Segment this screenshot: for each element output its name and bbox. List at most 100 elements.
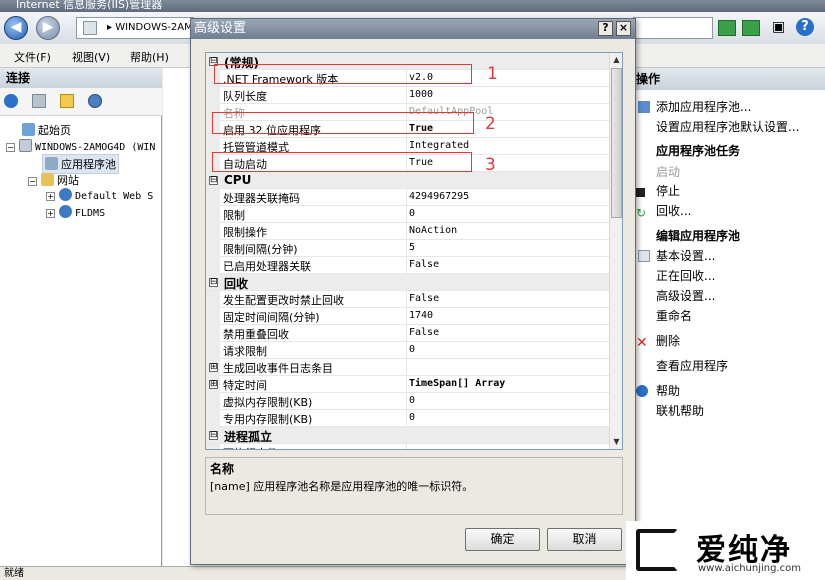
back-button[interactable]: ◀ (4, 16, 28, 40)
collapse-icon[interactable]: ⊟ (209, 176, 218, 185)
property-row[interactable]: 专用内存限制(KB) 0 (206, 410, 609, 427)
computer-icon (83, 21, 97, 35)
property-name: 禁用重叠回收 (223, 328, 289, 341)
property-value[interactable]: False (409, 327, 439, 338)
property-row[interactable]: 限制操作 NoAction (206, 223, 609, 240)
category-row[interactable]: ⊟ CPU (206, 172, 609, 189)
category-row[interactable]: ⊟ 进程孤立 (206, 427, 609, 444)
property-value[interactable]: False (409, 259, 439, 270)
scroll-thumb[interactable] (611, 68, 622, 218)
category-row[interactable]: ⊟ 回收 (206, 274, 609, 291)
property-value[interactable]: 5 (409, 242, 415, 253)
tree-app-pools[interactable]: 应用程序池 (42, 154, 119, 174)
scroll-up-icon[interactable]: ▲ (610, 53, 622, 67)
expand-icon[interactable]: ⊞ (209, 380, 218, 389)
collapse-icon[interactable]: − (6, 143, 15, 152)
address-path: ▸ WINDOWS-2AMO (107, 22, 194, 33)
property-row[interactable]: 禁用重叠回收 False (206, 325, 609, 342)
action-online-help[interactable]: 联机帮助 (656, 402, 704, 419)
tree-start-page[interactable]: 起始页 (22, 122, 71, 138)
property-row[interactable]: 可执行文件 (206, 444, 609, 449)
save-icon[interactable] (32, 94, 46, 108)
property-grid-scrollbar[interactable]: ▲ ▼ (609, 53, 622, 449)
address-bar-right[interactable] (633, 17, 713, 39)
row-gutter (206, 87, 220, 104)
folder-icon[interactable] (60, 94, 74, 108)
forward-button[interactable]: ▶ (36, 16, 60, 40)
globe-icon (59, 188, 72, 201)
property-row[interactable]: 队列长度 1000 (206, 87, 609, 104)
globe-icon[interactable] (88, 94, 102, 108)
action-help[interactable]: 帮助 (636, 382, 680, 399)
property-value[interactable]: NoAction (409, 225, 457, 236)
property-row[interactable]: ⊞ 特定时间 TimeSpan[] Array (206, 376, 609, 393)
property-value[interactable]: 4294967295 (409, 191, 469, 202)
property-value[interactable]: Integrated (409, 140, 469, 151)
watermark-logo (636, 529, 678, 571)
description-title: 名称 (210, 462, 235, 476)
row-gutter (206, 291, 220, 308)
expand-icon[interactable]: + (46, 209, 55, 218)
menu-view[interactable]: 视图(V) (72, 49, 110, 65)
toolbar-icon[interactable]: ▣ (772, 19, 788, 37)
property-row[interactable]: 请求限制 0 (206, 342, 609, 359)
property-row[interactable]: 虚拟内存限制(KB) 0 (206, 393, 609, 410)
tree-default-web-site[interactable]: + Default Web S (46, 188, 153, 202)
property-row[interactable]: 固定时间间隔(分钟) 1740 (206, 308, 609, 325)
property-value[interactable]: 0 (409, 344, 415, 355)
dialog-help-button[interactable]: ? (598, 21, 613, 36)
action-delete[interactable]: ✕ 删除 (636, 332, 680, 350)
property-value[interactable]: 1000 (409, 89, 433, 100)
ok-button[interactable]: 确定 (465, 528, 540, 551)
menu-file[interactable]: 文件(F) (14, 49, 51, 65)
dialog-close-button[interactable]: × (616, 21, 631, 36)
cancel-button[interactable]: 取消 (547, 528, 622, 551)
action-add-app-pool[interactable]: 添加应用程序池... (638, 98, 751, 115)
action-set-defaults[interactable]: 设置应用程序池默认设置... (656, 118, 799, 135)
globe-icon (59, 205, 72, 218)
help-icon (636, 385, 648, 397)
tree-fldms[interactable]: + FLDMS (46, 205, 105, 219)
action-rename[interactable]: 重命名 (656, 307, 692, 324)
property-row[interactable]: 限制 0 (206, 206, 609, 223)
property-row[interactable]: 已启用处理器关联 False (206, 257, 609, 274)
property-row[interactable]: ⊞ 生成回收事件日志条目 (206, 359, 609, 376)
connect-icon[interactable] (4, 94, 18, 108)
scroll-down-icon[interactable]: ▼ (610, 435, 622, 449)
property-row[interactable]: 发生配置更改时禁止回收 False (206, 291, 609, 308)
stop-icon[interactable] (742, 20, 760, 36)
property-value[interactable]: False (409, 293, 439, 304)
refresh-icon[interactable] (718, 20, 736, 36)
column-divider (406, 240, 407, 257)
action-advanced-settings[interactable]: 高级设置... (656, 287, 715, 304)
address-bar[interactable]: ▸ WINDOWS-2AMO (76, 17, 194, 39)
column-divider (406, 206, 407, 223)
property-value[interactable]: 0 (409, 208, 415, 219)
action-view-applications[interactable]: 查看应用程序 (656, 357, 728, 374)
row-gutter (206, 257, 220, 274)
action-basic-settings[interactable]: 基本设置... (638, 247, 715, 264)
property-name: 限制 (223, 209, 245, 222)
tree-sites[interactable]: − 网站 (28, 172, 79, 188)
help-icon[interactable]: ? (796, 18, 814, 36)
menu-help[interactable]: 帮助(H) (130, 49, 169, 65)
action-recycle[interactable]: ↻ 回收... (636, 202, 691, 219)
row-gutter (206, 189, 220, 206)
collapse-icon[interactable]: ⊟ (209, 431, 218, 440)
property-value[interactable]: TimeSpan[] Array (409, 378, 505, 389)
tree-server[interactable]: − WINDOWS-2AMOG4D (WIN (6, 139, 155, 153)
annotation-number-3: 3 (485, 155, 496, 175)
property-value[interactable]: 0 (409, 412, 415, 423)
advanced-settings-dialog: 高级设置 ? × ⊟ (常规) .NET Framework 版本 v2.0 队列长度 1… (190, 18, 636, 565)
property-row[interactable]: 限制间隔(分钟) 5 (206, 240, 609, 257)
action-stop[interactable]: 停止 (636, 182, 680, 199)
property-value[interactable]: 1740 (409, 310, 433, 321)
row-gutter (206, 308, 220, 325)
property-value[interactable]: 0 (409, 395, 415, 406)
expand-icon[interactable]: + (46, 192, 55, 201)
action-recycling[interactable]: 正在回收... (656, 267, 715, 284)
collapse-icon[interactable]: ⊟ (209, 278, 218, 287)
expand-icon[interactable]: ⊞ (209, 363, 218, 372)
collapse-icon[interactable]: − (28, 177, 37, 186)
property-row[interactable]: 处理器关联掩码 4294967295 (206, 189, 609, 206)
